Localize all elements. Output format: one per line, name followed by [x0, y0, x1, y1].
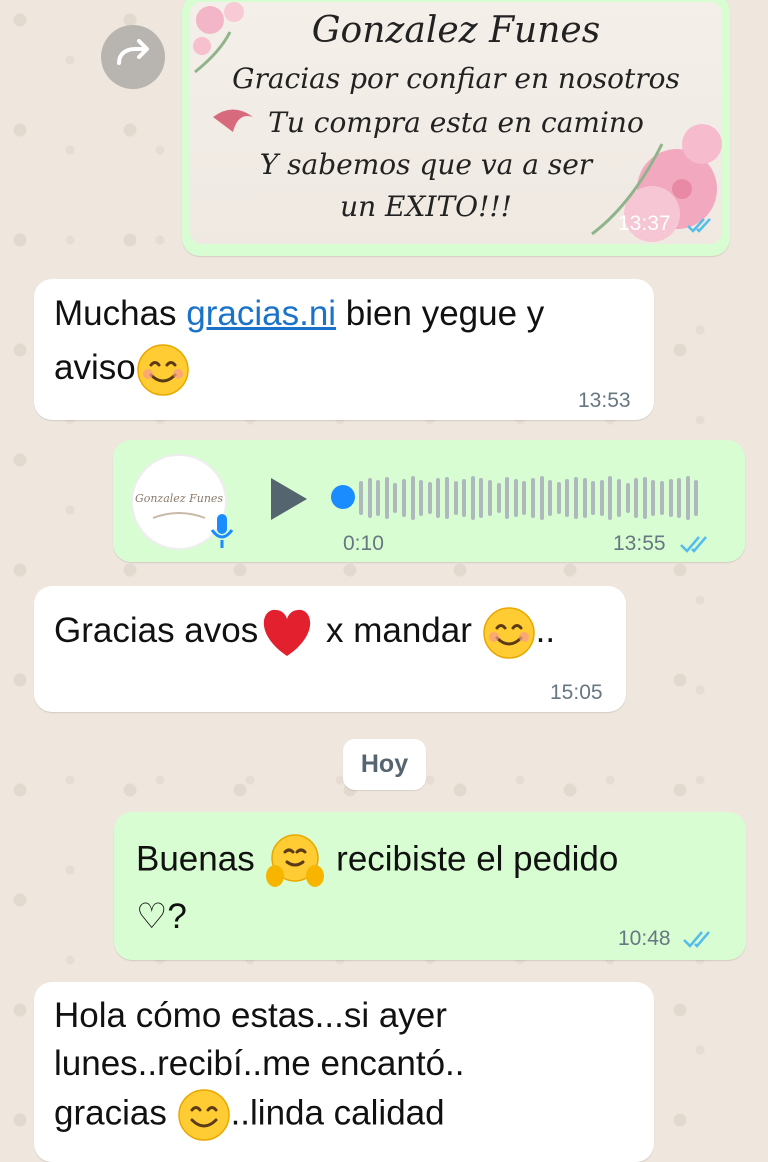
incoming-message[interactable]: Muchas gracias.ni bien yegue y aviso 13:… [34, 279, 654, 420]
message-text: ..linda calidad [230, 1093, 445, 1133]
incoming-message[interactable]: Hola cómo estas...si ayer lunes..recibí.… [34, 982, 654, 1162]
waveform-bar [574, 477, 578, 519]
waveform-bar [402, 479, 406, 517]
message-text: bien yegue y [336, 294, 545, 333]
message-time: 13:37 [618, 212, 671, 235]
incoming-message[interactable]: Gracias avos x mandar .. 15:05 [34, 586, 626, 712]
voice-duration: 0:10 [343, 532, 384, 555]
waveform-bar [436, 478, 441, 518]
waveform-bar [522, 481, 527, 515]
forward-button[interactable] [101, 25, 165, 89]
waveform-bar [617, 479, 621, 517]
read-ticks-icon [683, 931, 710, 948]
waveform-bar [376, 480, 381, 516]
waveform-bar [531, 478, 535, 518]
message-text: ♡? [136, 897, 187, 936]
message-time: 15:05 [550, 681, 603, 704]
message-text: gracias [54, 1093, 177, 1133]
image-line-2: Tu compra esta en camino [268, 106, 644, 139]
waveform-bar [470, 476, 475, 520]
message-text: aviso [54, 348, 136, 387]
waveform-bar [410, 476, 415, 520]
image-line-3: Y sabemos que va a ser [259, 148, 593, 181]
waveform-bar [634, 478, 639, 518]
progress-dot[interactable] [331, 485, 355, 509]
message-time: 13:53 [578, 389, 631, 412]
waveform-bar [556, 482, 561, 514]
microphone-icon [210, 514, 234, 548]
smiling-face-emoji-icon [177, 1089, 230, 1141]
waveform-bar [505, 477, 510, 519]
voice-message[interactable]: Gonzalez Funes 0:10 13:55 [113, 440, 745, 562]
waveform[interactable] [359, 476, 707, 520]
waveform-bar [591, 481, 596, 515]
waveform-bar [685, 476, 690, 520]
waveform-bar [427, 482, 432, 514]
message-text: lunes..recibí..me encantó.. [54, 1044, 465, 1083]
outgoing-message[interactable]: Buenas recibiste el pedido ♡? 10:48 [114, 812, 746, 960]
image-content: Gonzalez Funes Gracias por confiar en no… [190, 2, 722, 244]
waveform-bar [359, 481, 363, 515]
waveform-bar [660, 481, 664, 515]
waveform-bar [651, 480, 656, 516]
message-text: recibiste el pedido [326, 839, 619, 879]
image-line-1: Gracias por confiar en nosotros [232, 62, 680, 95]
message-text: Buenas [136, 839, 265, 879]
waveform-bar [479, 478, 484, 518]
waveform-bar [694, 480, 699, 516]
waveform-bar [539, 476, 544, 520]
message-text: x mandar [316, 611, 482, 650]
waveform-bar [608, 476, 613, 520]
date-separator: Hoy [343, 739, 426, 790]
waveform-bar [367, 478, 372, 518]
image-message[interactable]: Gonzalez Funes Gracias por confiar en no… [182, 0, 730, 256]
message-text: Gracias avos [54, 611, 259, 650]
waveform-bar [453, 481, 458, 515]
waveform-bar [513, 479, 518, 517]
hugging-face-emoji-icon [266, 834, 325, 887]
message-time: 13:55 [613, 532, 666, 555]
message-time: 10:48 [618, 927, 671, 950]
waveform-bar [384, 477, 389, 519]
message-link[interactable]: gracias.ni [186, 294, 336, 333]
image-line-4: un EXITO!!! [340, 190, 512, 223]
read-ticks-icon [680, 536, 707, 553]
waveform-bar [488, 480, 492, 516]
waveform-bar [548, 480, 553, 516]
message-text: Muchas [54, 294, 187, 333]
waveform-bar [419, 480, 424, 516]
waveform-bar [393, 483, 398, 513]
read-ticks-icon [687, 218, 711, 233]
waveform-bar [565, 479, 570, 517]
smiling-face-emoji-icon [136, 344, 189, 396]
waveform-bar [677, 478, 682, 518]
image-brand: Gonzalez Funes [311, 10, 601, 51]
message-text: Hola cómo estas...si ayer [54, 996, 447, 1035]
smiling-face-emoji-icon [482, 607, 535, 659]
play-icon[interactable] [267, 474, 311, 524]
waveform-bar [642, 477, 647, 519]
svg-text:Gonzalez Funes: Gonzalez Funes [135, 492, 223, 505]
red-heart-emoji-icon [264, 609, 311, 656]
waveform-bar [625, 483, 630, 513]
waveform-bar [462, 479, 467, 517]
waveform-bar [445, 477, 449, 519]
forward-icon [117, 39, 149, 65]
waveform-bar [668, 479, 673, 517]
waveform-bar [496, 483, 501, 513]
waveform-bar [599, 480, 604, 516]
message-text: .. [535, 611, 556, 650]
waveform-bar [582, 478, 587, 518]
